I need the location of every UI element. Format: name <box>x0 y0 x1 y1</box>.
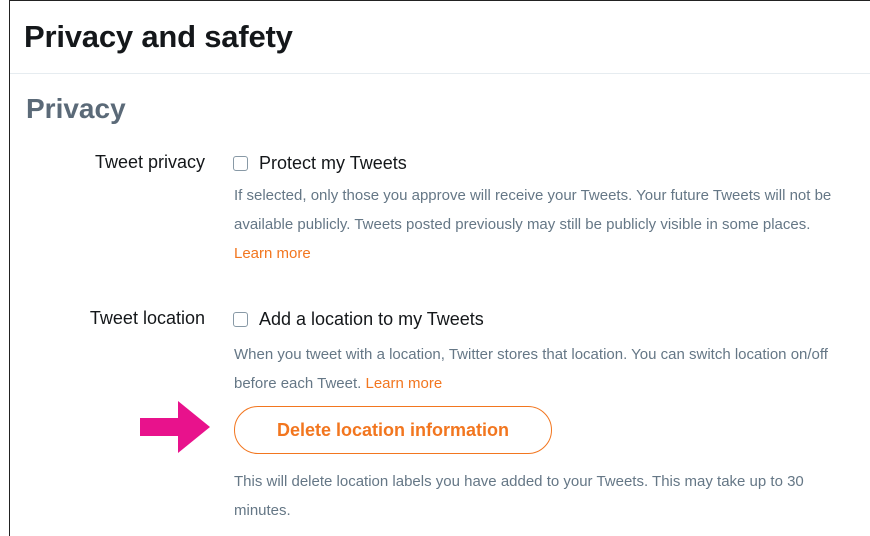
protect-tweets-checkbox[interactable] <box>233 156 248 171</box>
protect-tweets-label: Protect my Tweets <box>259 153 407 173</box>
protect-tweets-option[interactable]: Protect my Tweets <box>233 153 407 174</box>
section-title-privacy: Privacy <box>26 93 126 124</box>
right-arrow-icon <box>140 401 210 453</box>
tweet-privacy-help-text: If selected, only those you approve will… <box>234 187 832 233</box>
delete-location-help: This will delete location labels you hav… <box>234 473 804 519</box>
add-location-label: Add a location to my Tweets <box>259 309 484 329</box>
tweet-location-learn-more-link[interactable]: Learn more <box>365 375 442 392</box>
tweet-location-help: When you tweet with a location, Twitter … <box>234 340 844 398</box>
page-header: Privacy and safety <box>10 1 870 74</box>
add-location-checkbox[interactable] <box>233 312 248 327</box>
tweet-location-label: Tweet location <box>89 308 205 328</box>
delete-location-button[interactable]: Delete location information <box>234 406 552 454</box>
add-location-option[interactable]: Add a location to my Tweets <box>233 309 484 330</box>
page-title: Privacy and safety <box>24 19 293 54</box>
tweet-privacy-learn-more-link[interactable]: Learn more <box>234 245 311 262</box>
settings-panel: Privacy and safety Privacy Tweet privacy… <box>9 0 870 536</box>
tweet-location-help-text: When you tweet with a location, Twitter … <box>234 346 828 392</box>
tweet-privacy-label: Tweet privacy <box>94 152 205 172</box>
tweet-privacy-help: If selected, only those you approve will… <box>234 181 844 268</box>
